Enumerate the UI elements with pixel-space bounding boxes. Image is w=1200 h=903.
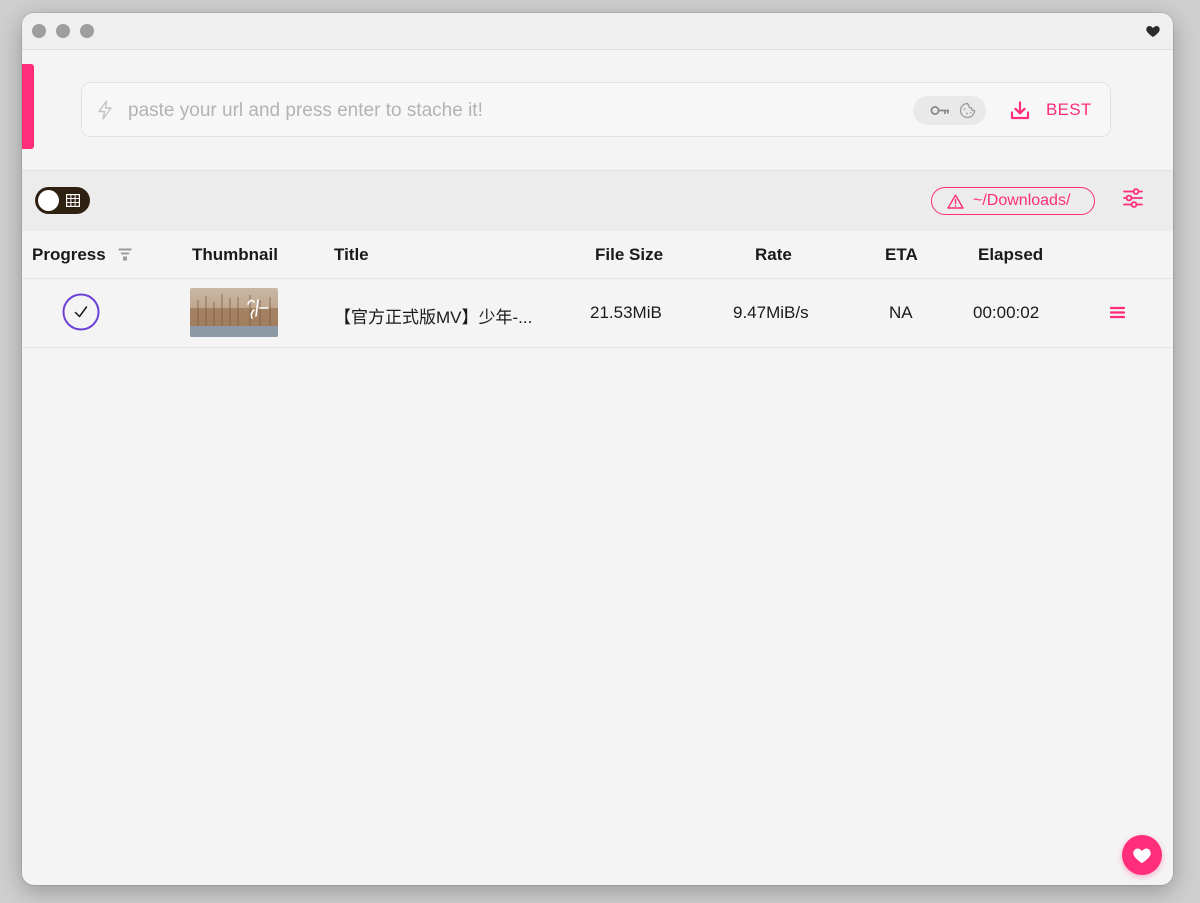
toolbar: ~/Downloads/ [22, 170, 1173, 232]
hamburger-menu-icon[interactable] [1109, 304, 1126, 321]
toggle-knob [38, 190, 59, 211]
heart-icon[interactable] [1145, 23, 1161, 39]
download-path-button[interactable]: ~/Downloads/ [931, 187, 1095, 215]
download-path-label: ~/Downloads/ [973, 192, 1071, 209]
warning-icon [947, 194, 964, 209]
support-heart-button[interactable] [1122, 835, 1162, 875]
key-icon[interactable] [930, 104, 950, 117]
title-bar [22, 13, 1173, 50]
heart-icon [1133, 848, 1151, 864]
active-indicator-strip [22, 64, 34, 149]
file-size-value: 21.53MiB [590, 303, 662, 322]
column-header-title[interactable]: Title [334, 245, 369, 265]
close-window-button[interactable] [32, 24, 46, 38]
thumbnail-image [190, 288, 278, 337]
column-header-eta[interactable]: ETA [885, 245, 918, 265]
cookie-icon[interactable] [959, 102, 976, 119]
maximize-window-button[interactable] [80, 24, 94, 38]
table-grid-icon [66, 194, 80, 207]
bolt-icon [98, 100, 112, 120]
minimize-window-button[interactable] [56, 24, 70, 38]
eta-value: NA [889, 303, 913, 322]
download-icon [1010, 101, 1030, 120]
sliders-icon[interactable] [1122, 187, 1144, 209]
rate-value: 9.47MiB/s [733, 303, 809, 322]
column-header-elapsed[interactable]: Elapsed [978, 245, 1043, 265]
check-circle-icon [62, 293, 100, 331]
format-select-button[interactable]: BEST [1006, 95, 1102, 126]
format-label: BEST [1046, 100, 1092, 119]
column-header-progress[interactable]: Progress [32, 245, 106, 265]
column-header-file-size[interactable]: File Size [595, 245, 663, 265]
url-input[interactable] [126, 95, 910, 127]
auth-options-pill[interactable] [913, 96, 986, 125]
app-window: BEST ~/Downloads/ Progress [22, 13, 1173, 885]
filter-icon[interactable] [118, 248, 132, 261]
table-header: Progress Thumbnail Title File Size Rate … [22, 231, 1173, 279]
download-title[interactable]: 【官方正式版MV】少年-... [334, 303, 532, 328]
table-row[interactable]: 【官方正式版MV】少年-... 21.53MiB 9.47MiB/s NA 00… [22, 279, 1173, 348]
column-header-rate[interactable]: Rate [755, 245, 792, 265]
column-header-thumbnail[interactable]: Thumbnail [192, 245, 278, 265]
table-view-toggle[interactable] [35, 187, 90, 214]
elapsed-value: 00:00:02 [973, 303, 1040, 322]
url-bar: BEST [81, 82, 1111, 137]
